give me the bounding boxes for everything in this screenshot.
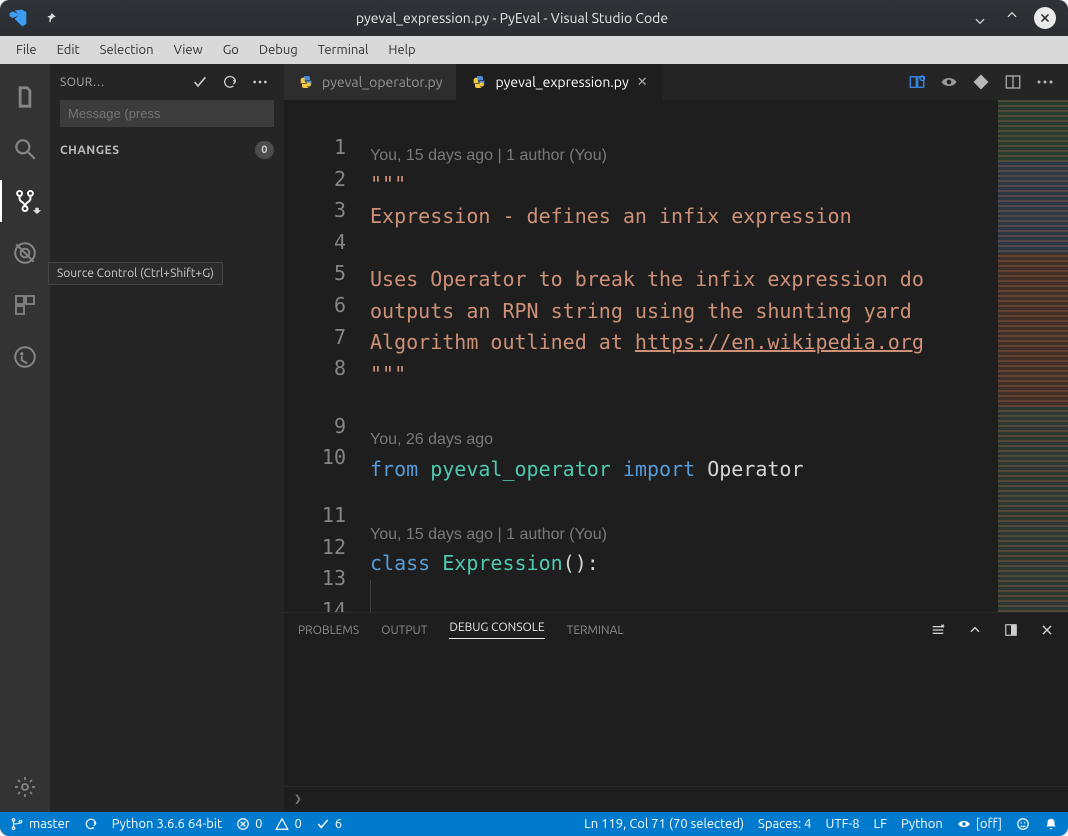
changes-label: CHANGES bbox=[60, 144, 255, 157]
panel-tab-terminal[interactable]: TERMINAL bbox=[567, 624, 624, 637]
activity-tooltip: Source Control (Ctrl+Shift+G) bbox=[48, 262, 223, 285]
sidebar-source-control: SOUR… CHANGES 0 bbox=[50, 64, 284, 812]
status-notifications-icon[interactable] bbox=[1044, 817, 1058, 831]
status-language[interactable]: Python bbox=[901, 817, 943, 831]
editor-area: pyeval_operator.py pyeval_expression.py … bbox=[284, 64, 1068, 812]
code-content[interactable]: You, 15 days ago | 1 author (You) """ Ex… bbox=[364, 100, 998, 612]
status-python[interactable]: Python 3.6.6 64-bit bbox=[112, 817, 222, 831]
activity-extensions[interactable] bbox=[0, 280, 50, 330]
window-minimize-button[interactable] bbox=[970, 8, 990, 28]
menu-file[interactable]: File bbox=[6, 36, 47, 64]
commit-icon[interactable] bbox=[192, 74, 214, 90]
activity-source-control[interactable] bbox=[0, 176, 50, 226]
code-lens[interactable]: You, 26 days ago bbox=[370, 431, 493, 448]
window: pyeval_expression.py - PyEval - Visual S… bbox=[0, 0, 1068, 836]
tab-pyeval-operator[interactable]: pyeval_operator.py bbox=[284, 64, 457, 100]
status-checks[interactable]: 6 bbox=[316, 817, 342, 831]
status-branch[interactable]: master bbox=[10, 817, 70, 831]
changes-count: 0 bbox=[255, 141, 274, 159]
status-eol[interactable]: LF bbox=[874, 817, 887, 831]
activity-search[interactable] bbox=[0, 124, 50, 174]
panel-tab-bar: PROBLEMS OUTPUT DEBUG CONSOLE TERMINAL bbox=[284, 613, 1068, 647]
status-cursor-position[interactable]: Ln 119, Col 71 (70 selected) bbox=[584, 817, 744, 831]
status-bar: master Python 3.6.6 64-bit 0 0 6 Ln 119,… bbox=[0, 812, 1068, 836]
commit-message-field[interactable] bbox=[60, 100, 274, 127]
window-title: pyeval_expression.py - PyEval - Visual S… bbox=[66, 10, 958, 26]
collapse-icon[interactable] bbox=[968, 623, 982, 637]
diamond-icon[interactable] bbox=[972, 73, 990, 91]
python-file-icon bbox=[298, 74, 314, 90]
status-indentation[interactable]: Spaces: 4 bbox=[758, 817, 811, 831]
menu-debug[interactable]: Debug bbox=[249, 36, 308, 64]
activity-explorer[interactable] bbox=[0, 72, 50, 122]
close-icon[interactable]: ✕ bbox=[637, 75, 648, 90]
status-feedback-icon[interactable] bbox=[1016, 817, 1030, 831]
menu-go[interactable]: Go bbox=[213, 36, 249, 64]
activity-settings[interactable] bbox=[0, 762, 50, 812]
pin-icon[interactable] bbox=[36, 11, 66, 25]
maximize-panel-icon[interactable] bbox=[1004, 623, 1018, 637]
changes-section[interactable]: CHANGES 0 bbox=[50, 135, 284, 165]
sidebar-header: SOUR… bbox=[50, 64, 284, 100]
minimap[interactable] bbox=[998, 100, 1068, 612]
line-number-gutter: 1 2 3 4 5 6 7 8 9 10 11 12 13 14 bbox=[284, 100, 364, 612]
sidebar-title: SOUR… bbox=[60, 76, 184, 89]
tab-pyeval-expression[interactable]: pyeval_expression.py ✕ bbox=[457, 64, 662, 100]
panel-tab-problems[interactable]: PROBLEMS bbox=[298, 624, 359, 637]
debug-console-input[interactable]: ❯ bbox=[284, 786, 1068, 812]
menu-terminal[interactable]: Terminal bbox=[308, 36, 379, 64]
activity-debug[interactable] bbox=[0, 228, 50, 278]
activity-gitlens[interactable] bbox=[0, 332, 50, 382]
toggle-icon[interactable] bbox=[940, 73, 958, 91]
compare-icon[interactable] bbox=[908, 73, 926, 91]
more-icon[interactable] bbox=[1036, 73, 1054, 91]
panel-tab-debug-console[interactable]: DEBUG CONSOLE bbox=[449, 621, 544, 639]
tab-label: pyeval_operator.py bbox=[322, 74, 442, 90]
window-close-button[interactable] bbox=[1034, 7, 1056, 29]
editor-actions bbox=[894, 64, 1068, 100]
body: Source Control (Ctrl+Shift+G) SOUR… CHAN… bbox=[0, 64, 1068, 812]
clear-icon[interactable] bbox=[930, 622, 946, 638]
menu-selection[interactable]: Selection bbox=[90, 36, 164, 64]
tab-bar: pyeval_operator.py pyeval_expression.py … bbox=[284, 64, 1068, 100]
titlebar: pyeval_expression.py - PyEval - Visual S… bbox=[0, 0, 1068, 36]
activity-bar: Source Control (Ctrl+Shift+G) bbox=[0, 64, 50, 812]
debug-console-body[interactable] bbox=[284, 647, 1068, 786]
commit-message-input[interactable] bbox=[60, 100, 274, 127]
menu-edit[interactable]: Edit bbox=[47, 36, 90, 64]
status-problems[interactable]: 0 0 bbox=[236, 817, 302, 831]
status-sync[interactable] bbox=[84, 817, 98, 831]
code-lens[interactable]: You, 15 days ago | 1 author (You) bbox=[370, 526, 607, 543]
split-editor-icon[interactable] bbox=[1004, 73, 1022, 91]
tab-label: pyeval_expression.py bbox=[495, 74, 628, 90]
close-panel-icon[interactable] bbox=[1040, 623, 1054, 637]
panel-tab-output[interactable]: OUTPUT bbox=[381, 624, 427, 637]
menubar: File Edit Selection View Go Debug Termin… bbox=[0, 36, 1068, 64]
refresh-icon[interactable] bbox=[222, 74, 244, 90]
python-file-icon bbox=[471, 74, 487, 90]
more-icon[interactable] bbox=[252, 79, 274, 85]
vscode-app-icon bbox=[0, 8, 36, 28]
code-lens[interactable]: You, 15 days ago | 1 author (You) bbox=[370, 147, 607, 164]
menu-help[interactable]: Help bbox=[378, 36, 425, 64]
bottom-panel: PROBLEMS OUTPUT DEBUG CONSOLE TERMINAL ❯ bbox=[284, 612, 1068, 812]
status-encoding[interactable]: UTF-8 bbox=[825, 817, 859, 831]
code-editor[interactable]: 1 2 3 4 5 6 7 8 9 10 11 12 13 14 You, 15… bbox=[284, 100, 1068, 612]
window-maximize-button[interactable] bbox=[1002, 8, 1022, 28]
menu-view[interactable]: View bbox=[164, 36, 213, 64]
status-coverage[interactable]: [off] bbox=[957, 817, 1002, 831]
